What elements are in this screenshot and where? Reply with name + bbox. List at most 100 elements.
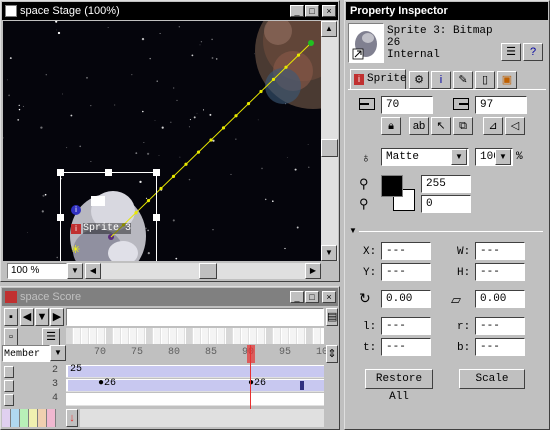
loc-x-field[interactable]: 70	[381, 96, 433, 114]
member-select[interactable]: Member	[2, 345, 50, 362]
swatch-2[interactable]	[11, 409, 20, 427]
tab-sprite[interactable]: i Sprite	[350, 69, 407, 89]
l-field[interactable]: ---	[381, 317, 431, 335]
zoom-menu-icon[interactable]: ⇕	[326, 345, 338, 363]
score-channel-row[interactable]: 4	[2, 393, 338, 407]
score-close-button[interactable]: ×	[322, 291, 336, 303]
y-field[interactable]: ---	[381, 263, 431, 281]
selection-handle-mr[interactable]	[153, 214, 160, 221]
channel-track[interactable]	[66, 393, 324, 406]
moveable-icon[interactable]: ↖	[431, 117, 451, 135]
ink-icon: ♁	[361, 150, 371, 165]
sprite-thumbnail[interactable]	[348, 23, 384, 63]
tab-movie-icon[interactable]: ▣	[497, 71, 517, 89]
score-hscroll-track[interactable]	[80, 409, 324, 427]
skew-field[interactable]: 0.00	[475, 290, 525, 308]
hide-effects-button[interactable]: ▪	[4, 308, 18, 326]
blend-dropdown-button[interactable]: ▼	[495, 149, 511, 165]
zoom-select[interactable]: 100 %	[7, 263, 67, 279]
x-field[interactable]: ---	[381, 242, 431, 260]
lock-icon[interactable]: 🔒︎	[381, 117, 401, 135]
r-field[interactable]: ---	[475, 317, 525, 335]
tempo-channel-icon[interactable]: ☰	[42, 328, 60, 346]
sprite-overlay-icon[interactable]: i	[71, 224, 81, 234]
swatch-5[interactable]	[38, 409, 47, 427]
swatch-4[interactable]	[29, 409, 38, 427]
registration-point-icon[interactable]: ✳	[71, 243, 80, 256]
scroll-up-button[interactable]: ▲	[321, 21, 337, 37]
swatch-3[interactable]	[20, 409, 29, 427]
playhead-marker[interactable]	[247, 345, 255, 363]
member-select-dropdown[interactable]: ▼	[50, 345, 66, 361]
prev-marker-icon[interactable]: ◀	[20, 308, 34, 326]
frame-tick	[122, 328, 129, 344]
b-field[interactable]: ---	[475, 338, 525, 356]
frame-tick	[290, 328, 297, 344]
sprite-span[interactable]	[68, 366, 324, 377]
tab-member-icon[interactable]: i	[431, 71, 451, 89]
span-end-marker[interactable]	[300, 381, 304, 390]
minimize-button[interactable]: _	[290, 5, 304, 17]
maximize-button[interactable]: □	[305, 5, 319, 17]
swatch-1[interactable]	[2, 409, 11, 427]
score-channel-row[interactable]: 3 ●26 ●26	[2, 378, 338, 393]
tab-bitmap-icon[interactable]: ✎	[453, 71, 473, 89]
list-view-icon[interactable]: ☰	[501, 43, 521, 61]
stage-window: space Stage (100%) _ □ × i i Sprite 3 ✳ …	[0, 0, 340, 282]
star	[294, 168, 297, 171]
hscroll-thumb[interactable]	[199, 263, 217, 279]
vscroll-thumb[interactable]	[321, 139, 338, 157]
playhead-locator-icon[interactable]: ↓	[66, 409, 78, 427]
fore-color-chip[interactable]	[381, 175, 403, 197]
y-value: ---	[386, 266, 406, 278]
channel-toggle-icon[interactable]: ▫	[4, 328, 18, 346]
score-maximize-button[interactable]: □	[305, 291, 319, 303]
zoom-dropdown-button[interactable]: ▼	[67, 263, 83, 279]
fore-color-field[interactable]: 255	[421, 175, 471, 193]
ink-dropdown-button[interactable]: ▼	[451, 149, 467, 165]
collapse-triangle-icon[interactable]: ▼	[349, 226, 357, 235]
scroll-right-button[interactable]: ▶	[305, 263, 321, 279]
inspector-help-icon[interactable]: ?	[523, 43, 543, 61]
marker-menu-icon[interactable]: ▼	[35, 308, 49, 326]
scroll-left-button[interactable]: ◀	[85, 263, 101, 279]
swatch-6[interactable]	[47, 409, 56, 427]
marker-area[interactable]	[66, 308, 324, 326]
flip-v-icon[interactable]: ◁	[505, 117, 525, 135]
scroll-down-button[interactable]: ▼	[321, 245, 337, 261]
w-field[interactable]: ---	[475, 242, 525, 260]
selection-handle-tl[interactable]	[57, 169, 64, 176]
score-options-icon[interactable]: ▤	[326, 308, 338, 326]
channel-toggle[interactable]	[4, 380, 14, 392]
selection-handle-ml[interactable]	[57, 214, 64, 221]
stage-title-bar[interactable]: space Stage (100%) _ □ ×	[2, 2, 338, 20]
selection-handle-tr[interactable]	[153, 169, 160, 176]
score-minimize-button[interactable]: _	[290, 291, 304, 303]
scale-button[interactable]: Scale	[459, 369, 525, 389]
t-field[interactable]: ---	[381, 338, 431, 356]
inspector-title-bar[interactable]: Property Inspector	[346, 2, 548, 20]
tab-behavior-icon[interactable]: ⚙	[409, 71, 429, 89]
close-button[interactable]: ×	[322, 5, 336, 17]
loc-y-field[interactable]: 97	[475, 96, 527, 114]
channel-toggle[interactable]	[4, 394, 14, 406]
rotation-field[interactable]: 0.00	[381, 290, 431, 308]
score-channel-row[interactable]: 2 25	[2, 364, 338, 379]
editable-icon[interactable]: ab	[409, 117, 429, 135]
stage-vscrollbar[interactable]: ▲ ▼	[321, 21, 338, 261]
next-marker-icon[interactable]: ▶	[50, 308, 64, 326]
restore-all-button[interactable]: Restore All	[365, 369, 433, 403]
stage-canvas[interactable]: i i Sprite 3 ✳	[3, 21, 321, 261]
back-color-field[interactable]: 0	[421, 195, 471, 213]
path-end-point[interactable]	[308, 40, 314, 46]
trails-icon[interactable]: ⧉	[453, 117, 473, 135]
tab-cast-icon[interactable]: ▯	[475, 71, 495, 89]
sprite-info-icon[interactable]: i	[71, 205, 81, 215]
selection-handle-tm[interactable]	[105, 169, 112, 176]
path-dot	[209, 138, 213, 142]
score-title-bar[interactable]: space Score _ □ ×	[2, 288, 338, 306]
h-field[interactable]: ---	[475, 263, 525, 281]
channel-toggle[interactable]	[4, 366, 14, 378]
flip-h-icon[interactable]: ⊿	[483, 117, 503, 135]
color-swatches[interactable]	[2, 409, 66, 427]
